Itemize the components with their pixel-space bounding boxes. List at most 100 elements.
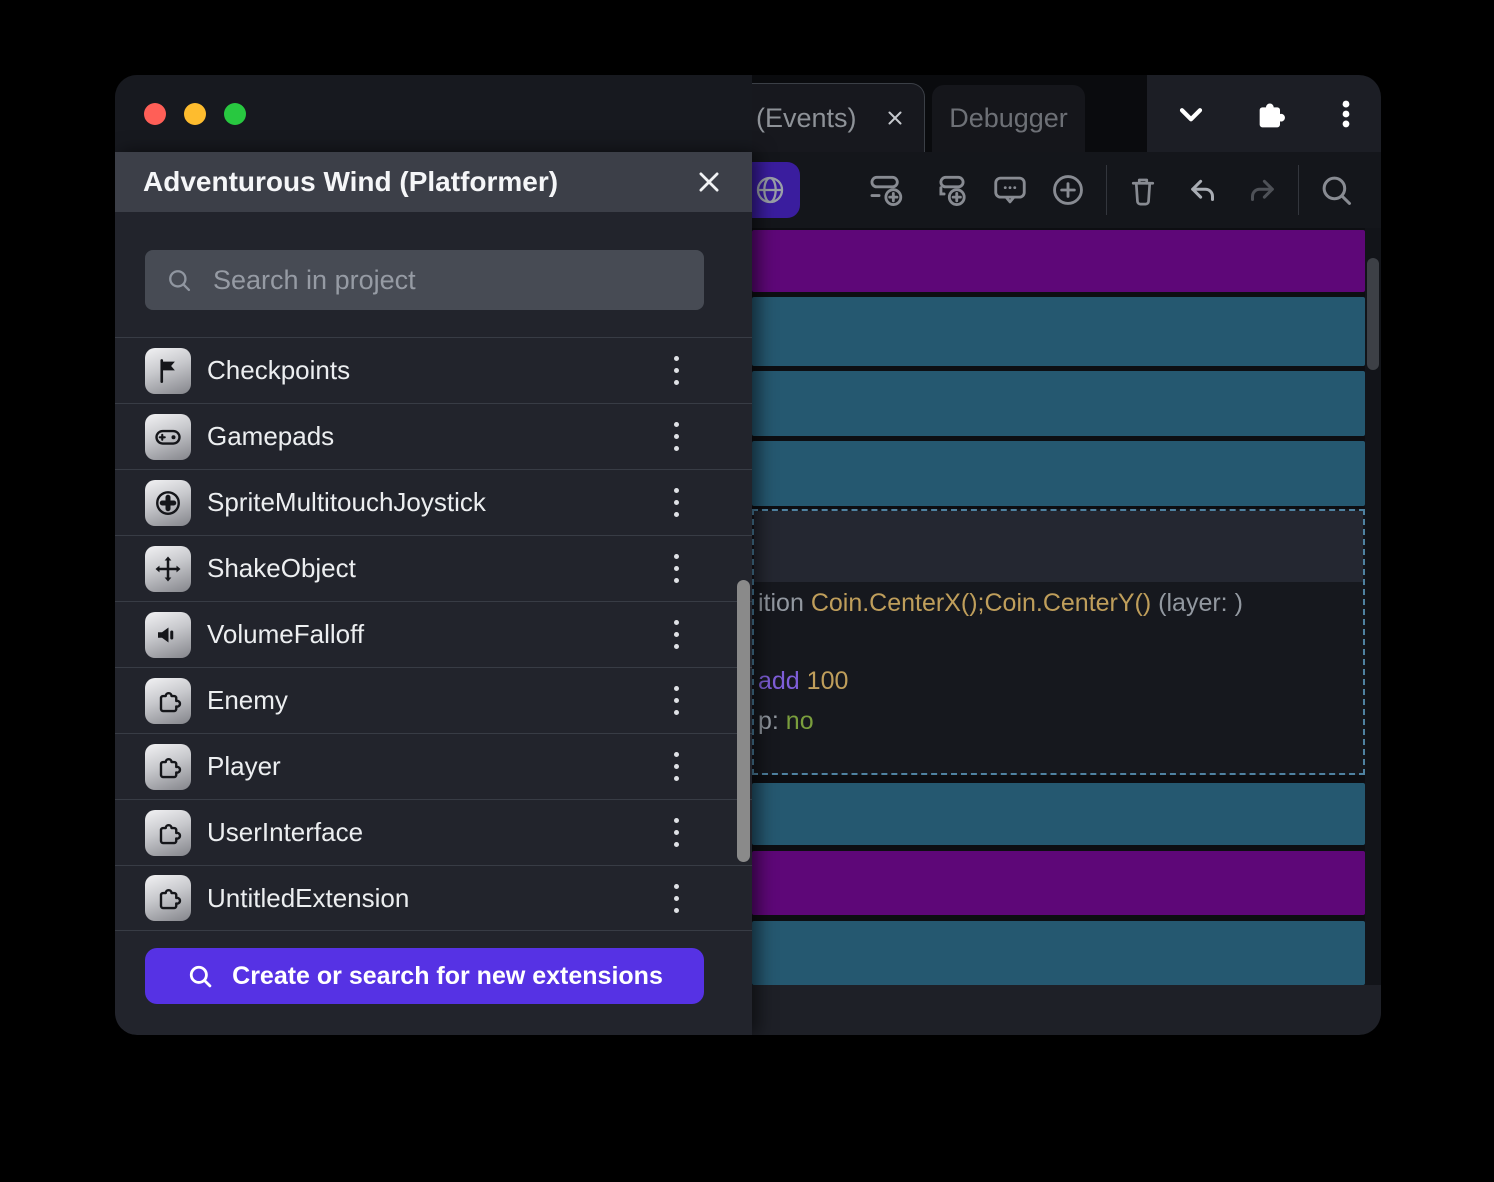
trash-icon	[1131, 178, 1155, 206]
event-condition-area[interactable]	[754, 511, 1363, 582]
minimize-window-button[interactable]	[184, 103, 206, 125]
list-item-shakeobject[interactable]: ShakeObject	[115, 535, 752, 601]
event-row[interactable]	[752, 921, 1365, 985]
chevron-down-icon[interactable]	[1173, 96, 1209, 132]
list-item-player[interactable]: Player	[115, 733, 752, 799]
action-text: p:	[758, 707, 786, 735]
list-item-label: UntitledExtension	[207, 882, 410, 913]
item-kebab-menu[interactable]	[672, 883, 680, 913]
redo-icon	[1250, 179, 1274, 202]
toolbar-divider	[1106, 165, 1107, 215]
project-search[interactable]	[145, 250, 704, 310]
gamepad-icon	[145, 413, 191, 460]
list-item-checkpoints[interactable]: Checkpoints	[115, 337, 752, 403]
create-search-extensions-button[interactable]: Create or search for new extensions	[145, 948, 704, 1004]
events-scrollbar-thumb[interactable]	[1367, 258, 1379, 370]
joystick-icon	[145, 479, 191, 526]
puzzle-icon	[145, 743, 191, 790]
project-title: Adventurous Wind (Platformer)	[143, 166, 559, 197]
events-sheet: ition Coin.CenterX();Coin.CenterY() (lay…	[752, 228, 1365, 985]
undo-icon	[1191, 179, 1215, 202]
tab-close-icon[interactable]	[883, 106, 907, 130]
search-input[interactable]	[211, 263, 684, 297]
event-action-line[interactable]: p: no	[758, 707, 814, 736]
list-item-label: UserInterface	[207, 817, 364, 847]
action-text: (layer: )	[1151, 589, 1243, 617]
action-text: ition	[758, 589, 811, 617]
search-events-button[interactable]	[1317, 171, 1355, 209]
list-item-label: Enemy	[207, 685, 288, 715]
close-window-button[interactable]	[144, 103, 166, 125]
puzzle-icon	[145, 677, 191, 724]
titlebar-actions	[1147, 75, 1381, 152]
events-toolbar	[740, 152, 1381, 228]
undo-button[interactable]	[1184, 171, 1222, 209]
flag-icon	[145, 347, 191, 394]
project-manager-header: Adventurous Wind (Platformer)	[115, 152, 752, 212]
list-item-enemy[interactable]: Enemy	[115, 667, 752, 733]
item-kebab-menu[interactable]	[672, 620, 680, 649]
event-row-comment[interactable]	[752, 851, 1365, 915]
tab-debugger-label: Debugger	[949, 103, 1068, 133]
add-event-icon	[870, 175, 903, 206]
zoom-window-button[interactable]	[224, 103, 246, 125]
extensions-puzzle-icon[interactable]	[1249, 94, 1289, 134]
list-item-label: Player	[207, 751, 281, 781]
tab-events-label: (Events)	[756, 102, 857, 133]
add-subevent-button[interactable]	[933, 171, 971, 209]
action-value: no	[785, 707, 814, 735]
tab-debugger[interactable]: Debugger	[932, 85, 1085, 152]
action-keyword: add	[758, 667, 800, 695]
tab-events[interactable]: (Events)	[752, 83, 925, 152]
event-row[interactable]	[752, 297, 1365, 366]
redo-button[interactable]	[1243, 171, 1281, 209]
comment-icon	[994, 176, 1026, 204]
speaker-icon	[145, 611, 191, 658]
titlebar	[115, 75, 752, 152]
list-item-label: ShakeObject	[207, 553, 356, 583]
plus-circle-icon	[1053, 175, 1083, 205]
event-action-line[interactable]: ition Coin.CenterX();Coin.CenterY() (lay…	[758, 589, 1243, 618]
event-row-comment[interactable]	[752, 230, 1365, 292]
item-kebab-menu[interactable]	[672, 488, 680, 517]
project-manager-panel: Adventurous Wind (Platformer) Checkpoint…	[115, 152, 752, 1035]
item-kebab-menu[interactable]	[672, 818, 680, 847]
action-value: 100	[806, 667, 849, 695]
panel-scrollbar-thumb[interactable]	[737, 580, 750, 862]
list-item-gamepads[interactable]: Gamepads	[115, 403, 752, 469]
extensions-list: Checkpoints Gamepads SpriteMultitouchJoy…	[115, 337, 752, 931]
app-window: (Events) Debugger ition Coin.CenterX();C…	[115, 75, 1381, 1035]
list-item-label: SpriteMultitouchJoystick	[207, 487, 486, 517]
cta-label: Create or search for new extensions	[232, 961, 663, 990]
add-new-button[interactable]	[1049, 171, 1087, 209]
kebab-menu-icon[interactable]	[1329, 97, 1363, 131]
item-kebab-menu[interactable]	[672, 554, 680, 583]
list-item-label: VolumeFalloff	[207, 619, 365, 649]
event-row[interactable]	[752, 783, 1365, 845]
search-icon	[1322, 176, 1351, 205]
event-row-selected[interactable]: ition Coin.CenterX();Coin.CenterY() (lay…	[752, 509, 1365, 775]
item-kebab-menu[interactable]	[672, 356, 680, 385]
delete-button[interactable]	[1124, 171, 1162, 209]
add-subevent-icon	[939, 175, 966, 206]
globe-icon	[753, 173, 787, 207]
list-item-spritemultitouchjoystick[interactable]: SpriteMultitouchJoystick	[115, 469, 752, 535]
event-action-line[interactable]: add 100	[758, 667, 848, 696]
list-item-userinterface[interactable]: UserInterface	[115, 799, 752, 865]
action-expression: Coin.CenterX();Coin.CenterY()	[810, 589, 1152, 617]
search-icon	[165, 266, 193, 294]
add-comment-button[interactable]	[991, 171, 1029, 209]
close-panel-icon[interactable]	[694, 167, 724, 197]
list-item-untitledextension[interactable]: UntitledExtension	[115, 865, 752, 931]
event-row[interactable]	[752, 441, 1365, 506]
tab-strip: (Events) Debugger	[752, 75, 1147, 152]
list-item-label: Checkpoints	[207, 355, 351, 385]
item-kebab-menu[interactable]	[672, 422, 680, 451]
screen: (Events) Debugger ition Coin.CenterX();C…	[0, 0, 1494, 1182]
add-event-button[interactable]	[868, 171, 906, 209]
event-row[interactable]	[752, 371, 1365, 436]
item-kebab-menu[interactable]	[672, 686, 680, 715]
list-item-volumefalloff[interactable]: VolumeFalloff	[115, 601, 752, 667]
list-item-label: Gamepads	[207, 421, 335, 451]
item-kebab-menu[interactable]	[672, 752, 680, 781]
